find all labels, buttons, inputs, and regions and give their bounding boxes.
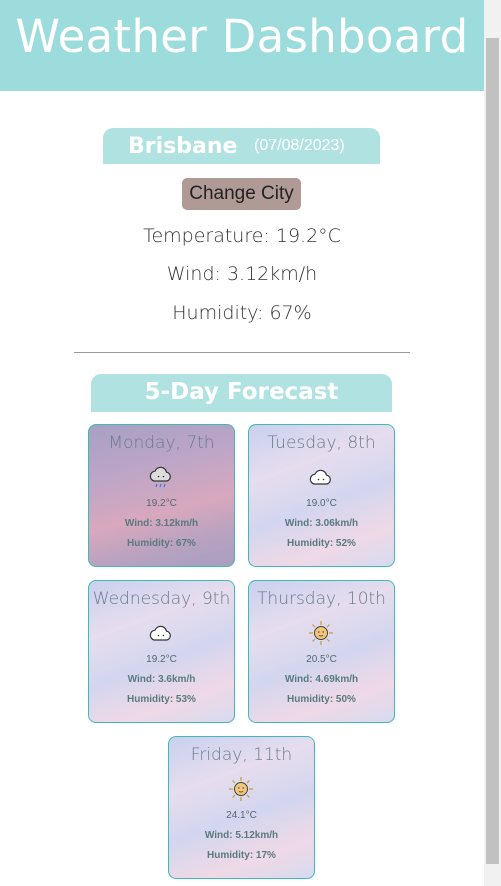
forecast-temp: 19.2°C — [146, 654, 177, 665]
current-date: (07/08/2023) — [254, 137, 345, 154]
forecast-humidity: Humidity: 50% — [287, 694, 356, 705]
divider — [74, 352, 410, 353]
forecast-wind: Wind: 3.12km/h — [124, 518, 199, 529]
forecast-humidity: Humidity: 17% — [207, 850, 276, 861]
forecast-card-monday: Monday, 7th 19.2°C Wind: 3.12km/h Humidi… — [88, 424, 235, 567]
forecast-card-thursday: Thursday, 10th 20.5°C Wind: 4.69km/h Hum… — [248, 580, 395, 723]
forecast-humidity: Humidity: 67% — [127, 538, 196, 549]
city-banner: Brisbane (07/08/2023) — [103, 128, 380, 164]
cloud-icon — [149, 625, 171, 641]
current-temperature: Temperature: 19.2°C — [143, 225, 341, 247]
forecast-wind: Wind: 3.06km/h — [284, 518, 359, 529]
scrollbar-thumb[interactable] — [486, 38, 499, 864]
forecast-day: Friday, 11th — [190, 745, 293, 765]
rain-cloud-icon — [149, 466, 171, 488]
forecast-day: Thursday, 10th — [257, 589, 386, 609]
forecast-humidity: Humidity: 53% — [127, 694, 196, 705]
city-name: Brisbane — [128, 134, 238, 159]
forecast-temp: 19.2°C — [146, 498, 177, 509]
forecast-temp: 19.0°C — [306, 498, 337, 509]
sun-icon — [309, 621, 333, 645]
current-wind: Wind: 3.12km/h — [166, 263, 318, 285]
forecast-temp: 20.5°C — [306, 654, 337, 665]
page-title: Weather Dashboard — [15, 10, 469, 63]
forecast-day: Tuesday, 8th — [267, 433, 376, 453]
forecast-card-wednesday: Wednesday, 9th 19.2°C Wind: 3.6km/h Humi… — [88, 580, 235, 723]
sun-icon — [229, 777, 253, 801]
forecast-banner: 5-Day Forecast — [91, 374, 392, 412]
current-humidity: Humidity: 67% — [172, 302, 312, 324]
forecast-wind: Wind: 5.12km/h — [204, 830, 279, 841]
scrollbar[interactable] — [484, 0, 501, 886]
forecast-wind: Wind: 3.6km/h — [127, 674, 196, 685]
cloud-icon — [309, 469, 331, 485]
page-header: Weather Dashboard — [0, 0, 484, 91]
forecast-temp: 24.1°C — [226, 810, 257, 821]
change-city-button[interactable]: Change City — [182, 178, 301, 210]
forecast-title: 5-Day Forecast — [144, 379, 339, 405]
forecast-card-tuesday: Tuesday, 8th 19.0°C Wind: 3.06km/h Humid… — [248, 424, 395, 567]
forecast-humidity: Humidity: 52% — [287, 538, 356, 549]
forecast-day: Monday, 7th — [108, 433, 215, 453]
forecast-day: Wednesday, 9th — [92, 589, 231, 609]
forecast-wind: Wind: 4.69km/h — [284, 674, 359, 685]
forecast-card-friday: Friday, 11th 24.1°C Wind: 5.12km/h Humid… — [168, 736, 315, 879]
